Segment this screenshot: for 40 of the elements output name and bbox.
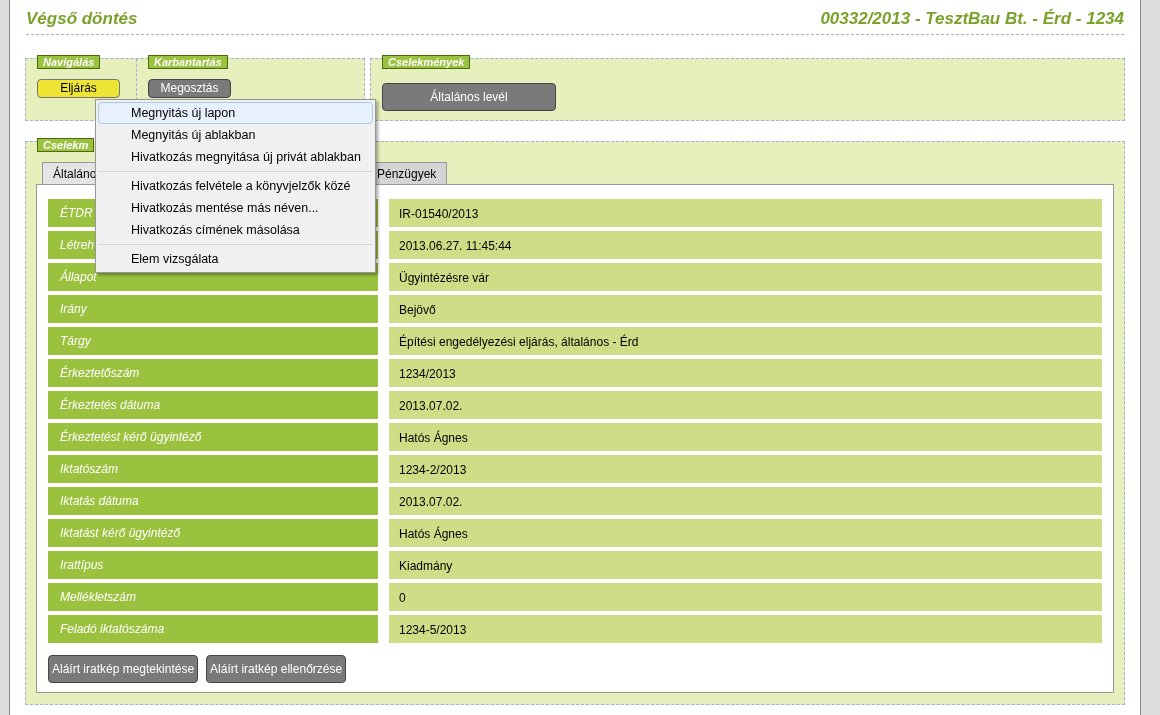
field-value: 1234/2013 (389, 358, 1102, 387)
tab[interactable]: Pénzügyek (373, 161, 448, 184)
field-value: Ügyintézésre vár (389, 262, 1102, 291)
action-button[interactable]: Aláírt iratkép megtekintése (48, 654, 199, 683)
field-value: 1234-5/2013 (389, 614, 1102, 643)
field-value: Bejövő (389, 294, 1102, 323)
field-label: Mellékletszám (48, 582, 378, 611)
field-label: Feladó iktatószáma (48, 614, 378, 643)
field-value: 0 (389, 582, 1102, 611)
field-value: Hatós Ágnes (389, 518, 1102, 547)
menu-item[interactable]: Megnyitás új ablakban (98, 124, 373, 146)
case-title: 00332/2013 - TesztBau Bt. - Érd - 1234 (820, 8, 1124, 30)
page-title: Végső döntés (26, 8, 138, 30)
field-value: Építési engedélyezési eljárás, általános - Érd (389, 326, 1102, 355)
field-value: 2013.07.02. (389, 486, 1102, 515)
field-label: Érkeztetés dátuma (48, 390, 378, 419)
field-value: 1234-2/2013 (389, 454, 1102, 483)
field-label: Iktatószám (48, 454, 378, 483)
field-label: Irattípus (48, 550, 378, 579)
action-button[interactable]: Aláírt iratkép ellenőrzése (206, 654, 347, 683)
field-label: Irány (48, 294, 378, 323)
menu-item[interactable]: Megnyitás új lapon (98, 102, 373, 124)
field-label: Tárgy (48, 326, 378, 355)
action-button[interactable]: Eljárás (37, 78, 120, 98)
field-label: Iktatást kérő ügyintéző (48, 518, 378, 547)
menu-item[interactable]: Hivatkozás mentése más néven... (98, 197, 373, 219)
field-value: 2013.06.27. 11:45:44 (389, 230, 1102, 259)
panel-legend: Cselekmények (382, 54, 471, 69)
action-button[interactable]: Megosztás (148, 78, 231, 98)
field-label: Érkeztetőszám (48, 358, 378, 387)
action-button[interactable]: Általános levél (382, 82, 556, 111)
panel-legend: Cselekm (37, 137, 95, 152)
field-value: Kiadmány (389, 550, 1102, 579)
field-value: 2013.07.02. (389, 390, 1102, 419)
field-value: IR-01540/2013 (389, 198, 1102, 227)
field-label: Érkeztetést kérő ügyintéző (48, 422, 378, 451)
field-label: Iktatás dátuma (48, 486, 378, 515)
panel-legend: Karbantartás (148, 54, 228, 69)
panel-legend: Navigálás (37, 54, 101, 69)
field-value: Hatós Ágnes (389, 422, 1102, 451)
